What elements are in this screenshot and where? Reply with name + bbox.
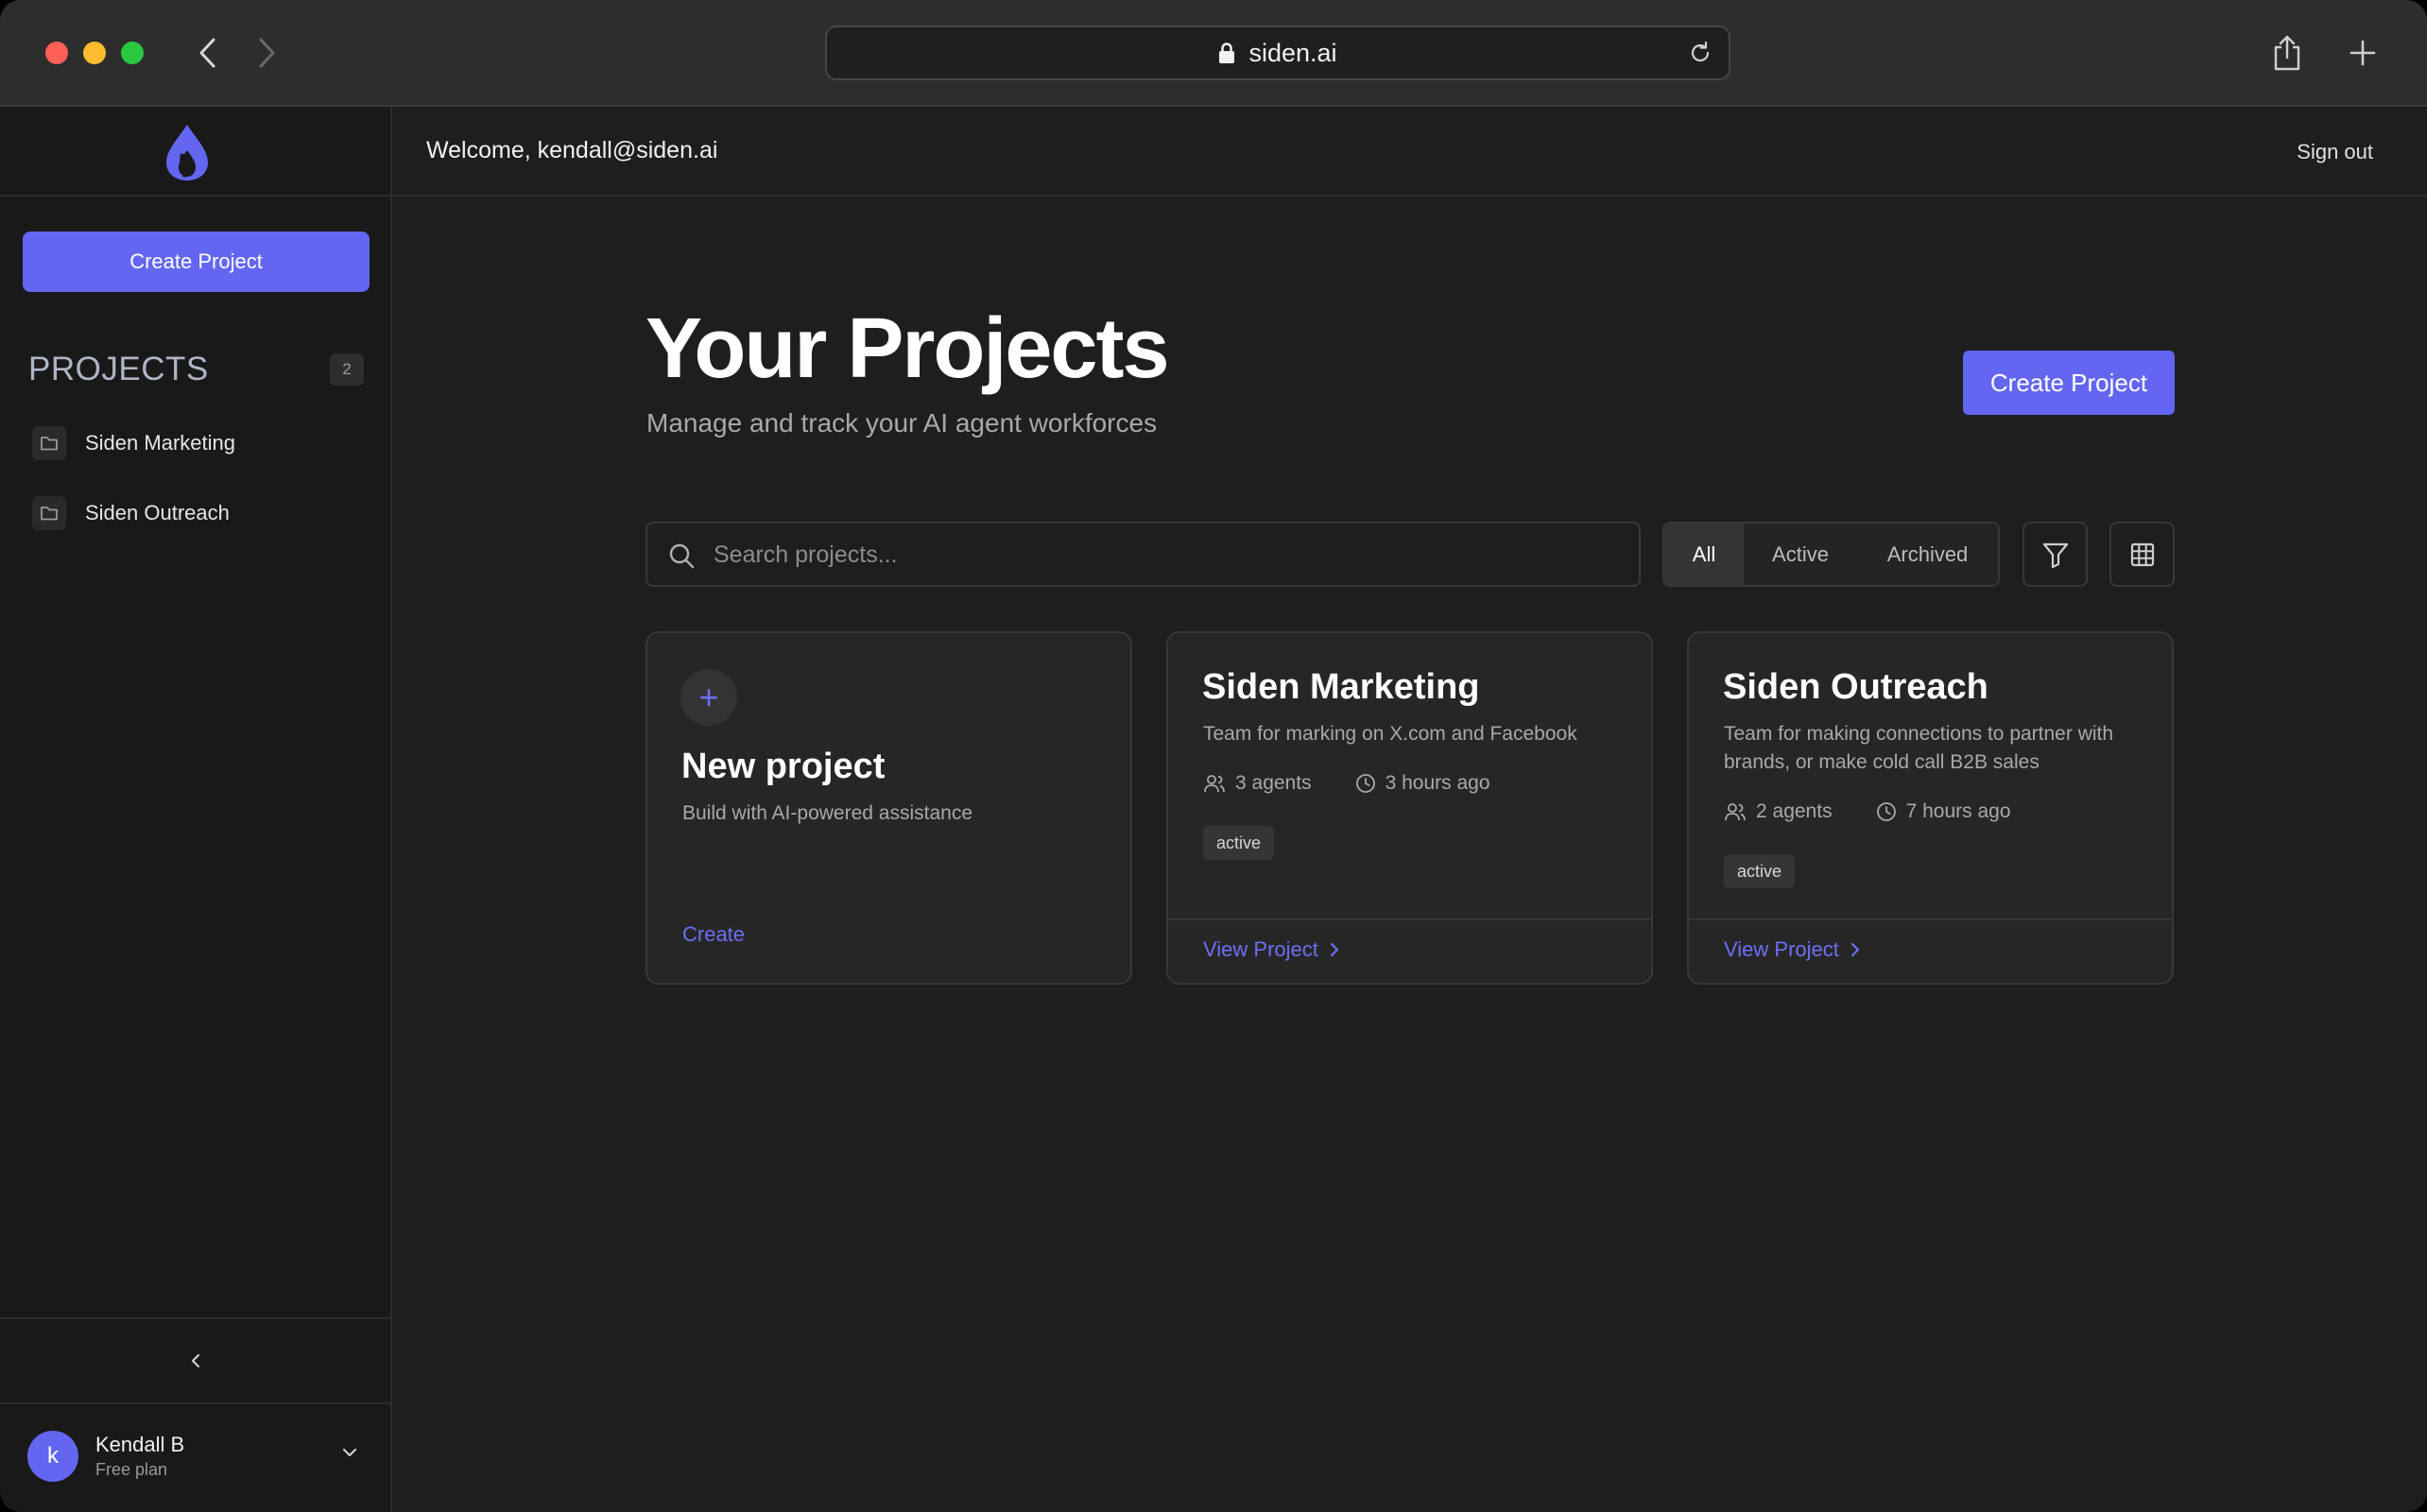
search-icon	[669, 543, 695, 569]
page-title: Your Projects	[645, 301, 1169, 396]
updated-time: 7 hours ago	[1905, 800, 2011, 822]
chevron-right-icon	[1850, 942, 1859, 957]
project-description: Team for marking on X.com and Facebook	[1203, 723, 1577, 745]
grid-view-button[interactable]	[2109, 522, 2175, 587]
sidebar-create-project-button[interactable]: Create Project	[23, 232, 370, 292]
project-title: Siden Outreach	[1723, 667, 1988, 707]
sign-out-link[interactable]: Sign out	[2297, 140, 2373, 164]
project-description: Team for making connections to partner w…	[1724, 723, 2114, 773]
agents-count: 3 agents	[1235, 772, 1312, 794]
new-project-title: New project	[681, 747, 886, 786]
sidebar-item-siden-outreach[interactable]: Siden Outreach	[32, 494, 363, 532]
project-meta: 2 agents 7 hours ago	[1724, 800, 2011, 823]
view-project-link[interactable]: View Project	[1724, 937, 1860, 962]
top-header: Welcome, kendall@siden.ai Sign out	[392, 107, 2427, 197]
project-meta: 3 agents 3 hours ago	[1203, 772, 1490, 795]
project-title: Siden Marketing	[1202, 667, 1480, 707]
user-name: Kendall B	[95, 1433, 185, 1456]
browser-toolbar: siden.ai	[0, 0, 2427, 107]
plus-icon: +	[680, 669, 737, 726]
new-project-subtitle: Build with AI-powered assistance	[682, 802, 973, 824]
close-window-button[interactable]	[45, 42, 68, 64]
forward-button[interactable]	[248, 34, 285, 72]
agents-count: 2 agents	[1756, 800, 1833, 822]
tab-archived[interactable]: Archived	[1857, 524, 1998, 585]
reload-icon	[1691, 41, 1710, 62]
clock-icon	[1355, 774, 1375, 793]
user-menu[interactable]: k Kendall B Free plan	[0, 1404, 390, 1512]
sidebar-logo-row	[0, 107, 390, 197]
back-button[interactable]	[189, 34, 227, 72]
avatar: k	[27, 1431, 78, 1482]
lock-icon	[1219, 43, 1235, 63]
zoom-window-button[interactable]	[121, 42, 144, 64]
projects-heading: PROJECTS	[28, 351, 209, 387]
folder-icon	[32, 496, 66, 530]
address-bar[interactable]: siden.ai	[825, 26, 1730, 80]
share-icon	[2274, 35, 2300, 71]
project-card-siden-marketing[interactable]: Siden Marketing Team for marking on X.co…	[1166, 631, 1653, 985]
collapse-sidebar-button[interactable]	[0, 1317, 390, 1404]
view-project-link[interactable]: View Project	[1203, 937, 1339, 962]
create-project-button[interactable]: Create Project	[1963, 351, 2175, 415]
filter-icon	[2042, 542, 2068, 568]
sidebar-item-label: Siden Marketing	[85, 431, 235, 455]
user-plan: Free plan	[95, 1460, 168, 1479]
updated-time: 3 hours ago	[1385, 772, 1490, 794]
chevron-right-icon	[1330, 942, 1338, 957]
clock-icon	[1876, 802, 1896, 821]
page-subtitle: Manage and track your AI agent workforce…	[646, 408, 1158, 438]
welcome-text: Welcome, kendall@siden.ai	[426, 137, 718, 163]
sidebar-item-siden-marketing[interactable]: Siden Marketing	[32, 424, 363, 462]
sidebar-item-label: Siden Outreach	[85, 501, 230, 524]
new-tab-button[interactable]	[2342, 32, 2384, 74]
chevron-down-icon	[342, 1448, 357, 1457]
minimize-window-button[interactable]	[83, 42, 106, 64]
projects-count-badge: 2	[330, 353, 364, 386]
sidebar: Create Project PROJECTS 2 Siden Marketin…	[0, 107, 392, 1512]
tab-all[interactable]: All	[1664, 524, 1744, 585]
project-card-siden-outreach[interactable]: Siden Outreach Team for making connectio…	[1687, 631, 2174, 985]
url-text: siden.ai	[1248, 38, 1337, 67]
users-icon	[1204, 775, 1225, 793]
tab-active[interactable]: Active	[1744, 524, 1857, 585]
create-link[interactable]: Create	[682, 922, 745, 947]
status-badge: active	[1724, 854, 1796, 888]
reload-button[interactable]	[1687, 40, 1713, 73]
chevron-left-icon	[191, 1353, 199, 1368]
card-footer: View Project	[1168, 919, 1651, 983]
chevron-left-icon	[199, 38, 215, 68]
card-footer: View Project	[1689, 919, 2172, 983]
share-button[interactable]	[2266, 32, 2308, 74]
filter-button[interactable]	[2022, 522, 2088, 587]
grid-icon	[2130, 542, 2154, 566]
view-project-label: View Project	[1203, 937, 1318, 961]
view-project-label: View Project	[1724, 937, 1839, 961]
search-box	[645, 522, 1641, 587]
browser-window: siden.ai Create Project PROJECTS 2 Siden…	[0, 0, 2427, 1512]
siden-logo	[166, 125, 208, 180]
search-input[interactable]	[714, 535, 1611, 575]
users-icon	[1725, 803, 1746, 821]
new-project-card[interactable]: + New project Build with AI-powered assi…	[645, 631, 1132, 985]
chevron-right-icon	[259, 38, 275, 68]
status-filter-tabs: All Active Archived	[1662, 522, 2000, 587]
status-badge: active	[1203, 826, 1275, 860]
plus-icon	[2350, 40, 2376, 66]
folder-icon	[32, 426, 66, 460]
